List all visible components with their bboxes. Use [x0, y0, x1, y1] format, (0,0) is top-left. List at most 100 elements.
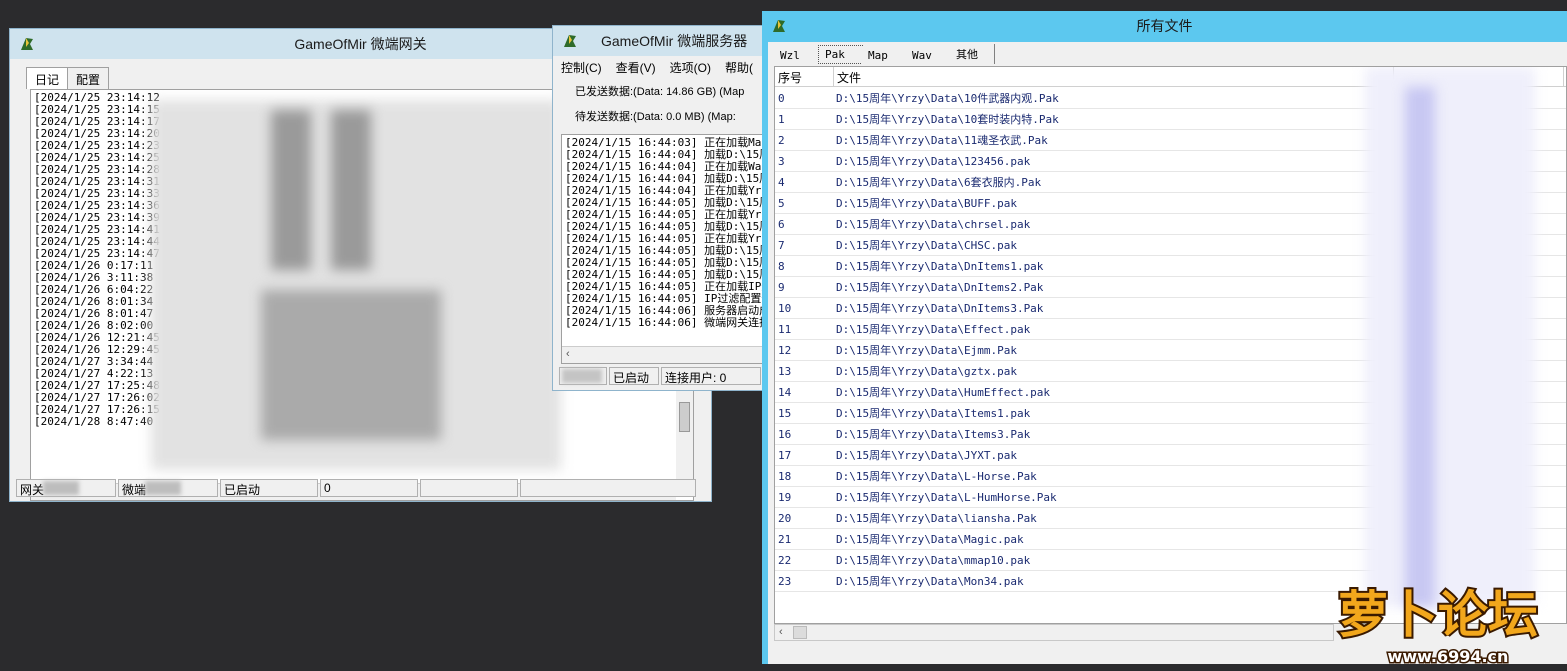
- row-index: 1: [778, 112, 785, 126]
- redacted-region: [43, 481, 79, 495]
- row-path: D:\15周年\Yrzy\Data\chrsel.pak: [836, 218, 1031, 231]
- row-index: 17: [778, 448, 792, 462]
- row-path: D:\15周年\Yrzy\Data\mmap10.pak: [836, 554, 1031, 567]
- row-index: 23: [778, 574, 792, 588]
- server-window: GameOfMir 微端服务器 控制(C) 查看(V) 选项(O) 帮助( 已发…: [552, 25, 776, 391]
- app-icon: [564, 35, 576, 47]
- row-index: 5: [778, 196, 785, 210]
- status-state: 已启动: [220, 479, 318, 497]
- status-client: 微端: [118, 479, 218, 497]
- row-index: 6: [778, 217, 785, 231]
- scroll-thumb[interactable]: [679, 402, 690, 432]
- pending-data: 待发送数据:(Data: 0.0 MB) (Map:: [575, 111, 736, 123]
- row-index: 10: [778, 301, 792, 315]
- redacted-region: [331, 110, 371, 270]
- row-path: D:\15周年\Yrzy\Data\123456.pak: [836, 155, 1031, 168]
- redacted-region: [271, 110, 311, 270]
- row-index: 19: [778, 490, 792, 504]
- forum-watermark: 萝卜论坛 www.6994.cn: [1318, 570, 1558, 670]
- server-statusbar: 已启动 连接用户: 0: [559, 367, 763, 385]
- row-path: D:\15周年\Yrzy\Data\HumEffect.pak: [836, 386, 1051, 399]
- row-path: D:\15周年\Yrzy\Data\L-HumHorse.Pak: [836, 491, 1057, 504]
- status-empty: [520, 479, 696, 497]
- row-index: 11: [778, 322, 792, 336]
- chevron-left-icon[interactable]: ‹: [779, 626, 783, 638]
- server-menubar: 控制(C) 查看(V) 选项(O) 帮助(: [561, 59, 753, 76]
- log-line: [2024/1/15 16:44:06] 微端网关连接: [565, 316, 771, 329]
- tab-pak[interactable]: Pak: [818, 45, 863, 64]
- files-tabs: Wzl Pak Map Wav 其他: [774, 44, 995, 64]
- watermark-text: 萝卜论坛: [1338, 586, 1538, 644]
- menu-view[interactable]: 查看(V): [616, 59, 656, 76]
- row-index: 21: [778, 532, 792, 546]
- redacted-region: [562, 369, 602, 383]
- server-status-state: 已启动: [609, 367, 659, 385]
- scroll-thumb[interactable]: [793, 626, 807, 639]
- menu-control[interactable]: 控制(C): [561, 59, 602, 76]
- server-log-hscroll[interactable]: ‹: [562, 346, 772, 363]
- row-path: D:\15周年\Yrzy\Data\BUFF.pak: [836, 197, 1017, 210]
- tab-config[interactable]: 配置: [67, 67, 110, 89]
- row-path: D:\15周年\Yrzy\Data\JYXT.pak: [836, 449, 1017, 462]
- row-path: D:\15周年\Yrzy\Data\10件武器内观.Pak: [836, 92, 1059, 105]
- log-line: [2024/1/28 8:47:40: [34, 415, 154, 428]
- tab-other[interactable]: 其他: [950, 44, 995, 64]
- status-gateway: 网关: [16, 479, 116, 497]
- files-window: 所有文件 Wzl Pak Map Wav 其他 序号 文件 0 D:\15周年\Y…: [762, 11, 1567, 664]
- gateway-title: GameOfMir 微端网关: [294, 36, 427, 52]
- redacted-region: [1365, 67, 1535, 607]
- row-path: D:\15周年\Yrzy\Data\gztx.pak: [836, 365, 1017, 378]
- row-path: D:\15周年\Yrzy\Data\Effect.pak: [836, 323, 1031, 336]
- status-count: 0: [320, 479, 418, 497]
- row-path: D:\15周年\Yrzy\Data\11魂圣衣武.Pak: [836, 134, 1048, 147]
- row-index: 2: [778, 133, 785, 147]
- row-index: 14: [778, 385, 792, 399]
- app-icon: [773, 20, 785, 32]
- row-index: 3: [778, 154, 785, 168]
- server-title: GameOfMir 微端服务器: [601, 33, 748, 49]
- server-titlebar[interactable]: GameOfMir 微端服务器: [553, 26, 775, 56]
- files-titlebar[interactable]: 所有文件: [762, 11, 1567, 41]
- status-gateway-label: 网关: [20, 483, 45, 497]
- gateway-statusbar: 网关 微端 已启动 0: [16, 479, 706, 497]
- tab-wav[interactable]: Wav: [906, 47, 951, 64]
- row-index: 20: [778, 511, 792, 525]
- server-status-users: 连接用户: 0: [661, 367, 761, 385]
- redacted-region: [261, 290, 441, 440]
- status-blank: [559, 367, 607, 385]
- menu-options[interactable]: 选项(O): [670, 59, 711, 76]
- row-index: 4: [778, 175, 785, 189]
- files-title: 所有文件: [1136, 18, 1193, 34]
- row-index: 13: [778, 364, 792, 378]
- row-index: 18: [778, 469, 792, 483]
- row-index: 0: [778, 91, 785, 105]
- gateway-tabs: 日记 配置: [26, 67, 110, 89]
- server-log[interactable]: [2024/1/15 16:44:03] 正在加载Map目 [2024/1/15 …: [561, 134, 773, 364]
- redacted-region: [1405, 87, 1435, 607]
- sent-data: 已发送数据:(Data: 14.86 GB) (Map: [575, 86, 745, 98]
- app-icon: [21, 38, 33, 50]
- row-path: D:\15周年\Yrzy\Data\Items3.Pak: [836, 428, 1031, 441]
- file-list[interactable]: 序号 文件 0 D:\15周年\Yrzy\Data\10件武器内观.Pak 1 D:\…: [774, 66, 1567, 624]
- row-path: D:\15周年\Yrzy\Data\CHSC.pak: [836, 239, 1017, 252]
- column-index[interactable]: 序号: [775, 67, 834, 86]
- file-list-hscroll[interactable]: ‹: [774, 624, 1334, 641]
- tab-log[interactable]: 日记: [26, 67, 69, 89]
- menu-help[interactable]: 帮助(: [725, 59, 753, 76]
- tab-wzl[interactable]: Wzl: [774, 47, 819, 64]
- row-path: D:\15周年\Yrzy\Data\Items1.pak: [836, 407, 1031, 420]
- row-index: 7: [778, 238, 785, 252]
- column-file[interactable]: 文件: [834, 67, 1394, 86]
- row-path: D:\15周年\Yrzy\Data\Ejmm.Pak: [836, 344, 1017, 357]
- watermark-url: www.6994.cn: [1388, 647, 1509, 666]
- watermark-logo: 萝卜论坛 www.6994.cn: [1336, 584, 1540, 668]
- row-index: 16: [778, 427, 792, 441]
- row-path: D:\15周年\Yrzy\Data\DnItems3.Pak: [836, 302, 1044, 315]
- row-path: D:\15周年\Yrzy\Data\Magic.pak: [836, 533, 1024, 546]
- row-path: D:\15周年\Yrzy\Data\Mon34.pak: [836, 575, 1024, 588]
- tab-map[interactable]: Map: [862, 47, 907, 64]
- row-path: D:\15周年\Yrzy\Data\L-Horse.Pak: [836, 470, 1037, 483]
- status-empty: [420, 479, 518, 497]
- gateway-log-vscroll[interactable]: [676, 390, 693, 480]
- chevron-left-icon[interactable]: ‹: [566, 348, 570, 360]
